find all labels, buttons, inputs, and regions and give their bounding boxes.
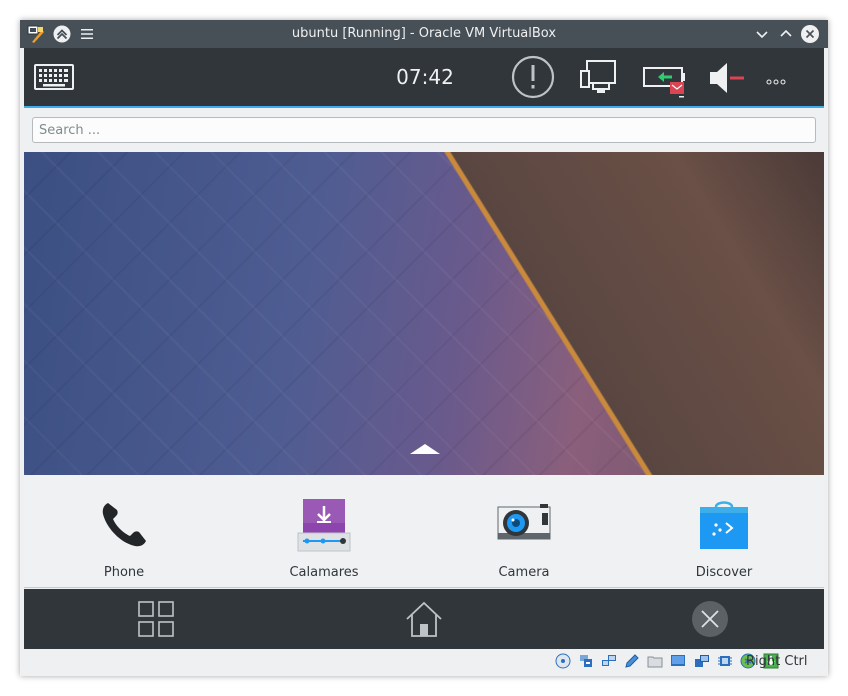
favorite-calamares[interactable]: Calamares bbox=[224, 475, 424, 587]
close-button[interactable] bbox=[800, 24, 820, 44]
navigation-panel bbox=[24, 589, 824, 649]
wallpaper bbox=[24, 152, 824, 475]
title-bar[interactable]: ubuntu [Running] - Oracle VM VirtualBox bbox=[20, 20, 828, 48]
optical-disk-icon[interactable] bbox=[555, 653, 571, 669]
clock[interactable]: 07:42 bbox=[394, 48, 456, 106]
chevron-up-icon bbox=[780, 29, 792, 37]
video-capture-icon[interactable] bbox=[694, 653, 710, 669]
more-dots-icon[interactable] bbox=[764, 72, 788, 91]
top-panel: 07:42 bbox=[24, 48, 824, 108]
phone-icon bbox=[96, 497, 152, 553]
pencil-icon[interactable] bbox=[624, 653, 640, 669]
search-area bbox=[24, 108, 824, 152]
expand-arrow-icon[interactable] bbox=[410, 444, 440, 454]
favorite-phone[interactable]: Phone bbox=[24, 475, 224, 587]
search-input[interactable] bbox=[32, 117, 816, 143]
maximize-button[interactable] bbox=[776, 24, 796, 44]
network-wired-icon[interactable] bbox=[579, 58, 619, 102]
app-grid-icon[interactable] bbox=[136, 599, 176, 639]
favorite-label: Discover bbox=[695, 565, 753, 580]
notification-alert-icon[interactable] bbox=[511, 55, 555, 103]
virtualbox-window: ubuntu [Running] - Oracle VM VirtualBox bbox=[20, 20, 828, 676]
keyboard-icon[interactable] bbox=[34, 62, 74, 96]
favorite-discover[interactable]: Discover bbox=[624, 475, 824, 587]
discover-bag-icon bbox=[696, 497, 752, 553]
camera-icon bbox=[496, 497, 552, 553]
close-icon bbox=[801, 25, 819, 43]
volume-muted-icon[interactable] bbox=[708, 61, 748, 99]
shared-folder-icon[interactable] bbox=[647, 653, 663, 669]
battery-icon[interactable] bbox=[642, 60, 690, 106]
window-title: ubuntu [Running] - Oracle VM VirtualBox bbox=[291, 26, 557, 41]
chevron-down-icon bbox=[756, 31, 768, 39]
cpu-icon[interactable] bbox=[717, 653, 733, 669]
favorite-label: Calamares bbox=[289, 565, 359, 580]
status-bar: Right Ctrl bbox=[20, 649, 828, 676]
minimize-button[interactable] bbox=[752, 24, 772, 44]
favorite-camera[interactable]: Camera bbox=[424, 475, 624, 587]
calamares-installer-icon bbox=[296, 497, 352, 553]
network-icon[interactable] bbox=[601, 653, 617, 669]
close-task-icon[interactable] bbox=[690, 599, 730, 639]
favorite-label: Phone bbox=[103, 565, 145, 580]
home-icon[interactable] bbox=[404, 599, 444, 639]
usb-icon[interactable] bbox=[578, 653, 594, 669]
display-icon[interactable] bbox=[670, 653, 686, 669]
host-key-label[interactable]: Right Ctrl bbox=[746, 649, 808, 676]
favorite-label: Camera bbox=[498, 565, 550, 580]
favorites-dock: Phone Calamares Camera Discover bbox=[24, 475, 824, 588]
